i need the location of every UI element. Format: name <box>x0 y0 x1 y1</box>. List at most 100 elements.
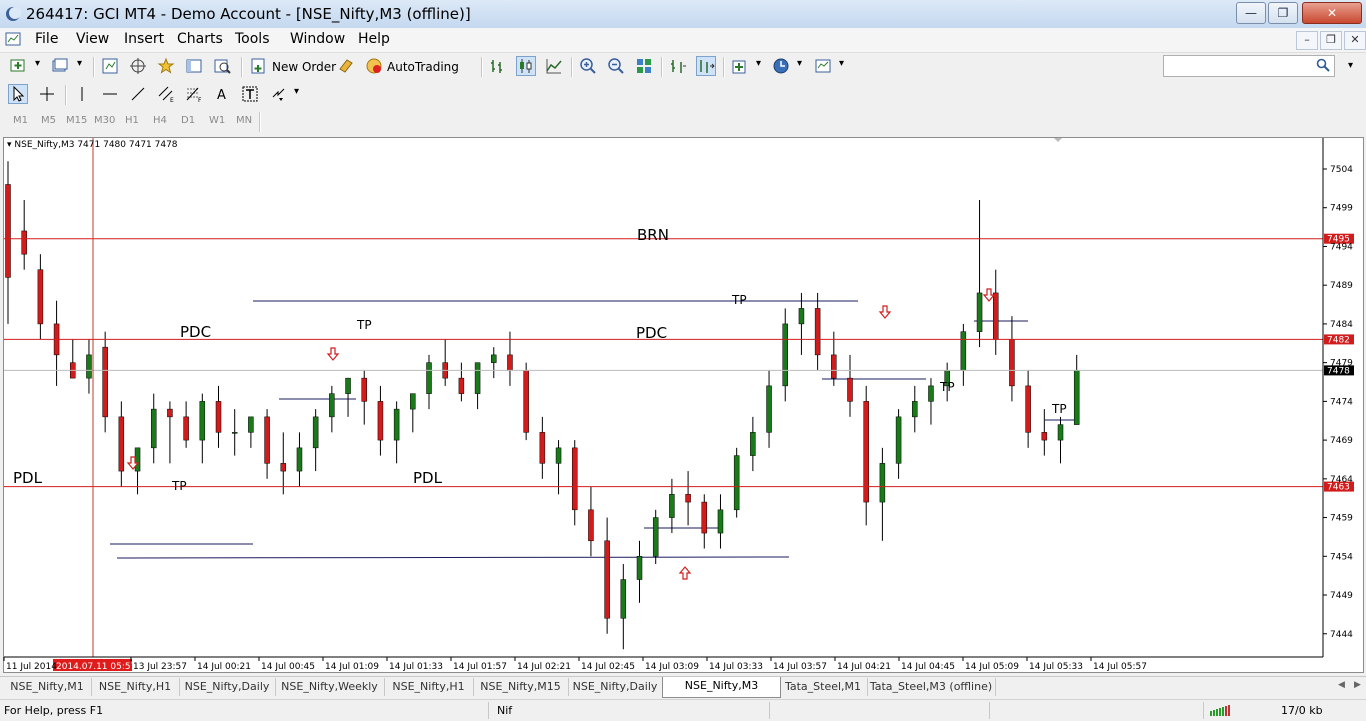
bar-chart-icon[interactable] <box>489 57 507 75</box>
search-field[interactable] <box>1163 55 1335 77</box>
tab-scroll-left-icon[interactable]: ◀ <box>1338 680 1345 690</box>
search-icon[interactable] <box>1316 58 1330 72</box>
indicators-icon[interactable] <box>731 57 749 75</box>
zoom-in-icon[interactable] <box>579 57 597 75</box>
menu-help[interactable]: Help <box>358 31 390 47</box>
tab-6[interactable]: NSE_Nifty,Daily <box>568 678 663 696</box>
standard-toolbar: ▾ ▾ New Order AutoTrading ▾ ▾ ▾ <box>0 53 1366 80</box>
vertical-line-icon[interactable] <box>73 85 91 103</box>
timeframe-m30[interactable]: M30 <box>94 115 115 126</box>
text-label-icon[interactable] <box>241 85 259 103</box>
tab-9[interactable]: Tata_Steel,M3 (offline) <box>867 678 996 696</box>
trendline-icon[interactable] <box>129 85 147 103</box>
market-watch-icon[interactable] <box>101 57 119 75</box>
arrows-icon[interactable] <box>270 85 288 103</box>
tab-1[interactable]: NSE_Nifty,H1 <box>91 678 180 696</box>
tab-5[interactable]: NSE_Nifty,M15 <box>473 678 569 696</box>
autotrading-icon[interactable] <box>365 57 383 75</box>
new-chart-icon[interactable] <box>9 57 27 75</box>
tab-4[interactable]: NSE_Nifty,H1 <box>384 678 474 696</box>
mdi-minimize-button[interactable]: – <box>1296 31 1318 50</box>
line-chart-icon[interactable] <box>545 57 563 75</box>
status-bar: For Help, press F1 Nif 17/0 kb <box>0 699 1366 721</box>
tab-2[interactable]: NSE_Nifty,Daily <box>179 678 276 696</box>
auto-scroll-icon[interactable] <box>696 56 716 76</box>
toolbar-separator <box>241 57 243 77</box>
timeframe-d1[interactable]: D1 <box>181 115 195 126</box>
dropdown-icon[interactable]: ▾ <box>797 58 802 69</box>
status-help: For Help, press F1 <box>4 704 104 717</box>
dropdown-icon[interactable]: ▾ <box>77 58 82 69</box>
text-icon[interactable]: A <box>213 85 231 103</box>
dropdown-icon[interactable]: ▾ <box>756 58 761 69</box>
chart-header-text: NSE_Nifty,M3 7471 7480 7471 7478 <box>14 140 178 150</box>
tab-7[interactable]: NSE_Nifty,M3 (offline) <box>662 677 781 710</box>
menu-charts[interactable]: Charts <box>177 31 223 47</box>
title-bar: 264417: GCI MT4 - Demo Account - [NSE_Ni… <box>0 0 1366 29</box>
chart-tabs: ◀ ▶ NSE_Nifty,M1 NSE_Nifty,H1 NSE_Nifty,Da… <box>0 676 1366 710</box>
data-window-icon[interactable] <box>129 57 147 75</box>
chart-header: ▾ NSE_Nifty,M3 7471 7480 7471 7478 <box>7 140 178 150</box>
status-profile: Nif <box>497 704 513 717</box>
menu-tools[interactable]: Tools <box>235 31 270 47</box>
timeframe-m15[interactable]: M15 <box>66 115 87 126</box>
menu-insert[interactable]: Insert <box>124 31 164 47</box>
timeframe-m5[interactable]: M5 <box>41 115 56 126</box>
toolbar-separator <box>481 57 483 77</box>
terminal-icon[interactable] <box>185 57 203 75</box>
toolbar-separator <box>93 57 95 77</box>
menu-window[interactable]: Window <box>290 31 345 47</box>
new-order-button[interactable]: New Order <box>272 60 336 74</box>
toolbar-separator <box>661 57 663 77</box>
tile-windows-icon[interactable] <box>635 57 653 75</box>
periods-icon[interactable] <box>772 57 790 75</box>
toolbar-separator <box>65 85 67 105</box>
mdi-restore-button[interactable]: ❐ <box>1320 31 1342 50</box>
new-order-icon[interactable] <box>250 57 268 75</box>
mdi-close-button[interactable]: ✕ <box>1344 31 1366 50</box>
timeframe-w1[interactable]: W1 <box>209 115 225 126</box>
horizontal-line-icon[interactable] <box>101 85 119 103</box>
connection-status-icon <box>1210 705 1230 716</box>
dropdown-icon[interactable]: ▾ <box>294 86 299 97</box>
toolbar-separator <box>259 112 261 132</box>
search-input[interactable] <box>1167 56 1311 76</box>
equidistant-channel-icon[interactable]: E <box>157 85 175 103</box>
restore-button[interactable]: ❐ <box>1268 2 1298 24</box>
timeframe-h4[interactable]: H4 <box>153 115 167 126</box>
timeframe-h1[interactable]: H1 <box>125 115 139 126</box>
menu-file[interactable]: File <box>35 31 58 47</box>
profiles-icon[interactable] <box>51 57 69 75</box>
dropdown-icon[interactable]: ▾ <box>839 58 844 69</box>
status-separator <box>488 702 489 719</box>
navigator-icon[interactable] <box>157 57 175 75</box>
timeframe-m1[interactable]: M1 <box>13 115 28 126</box>
metaeditor-icon[interactable] <box>337 57 355 75</box>
autotrading-button[interactable]: AutoTrading <box>387 60 459 74</box>
candlesticks-icon[interactable] <box>516 56 536 76</box>
dropdown-icon[interactable]: ▾ <box>35 58 40 69</box>
search-dropdown-icon[interactable]: ▾ <box>1342 55 1362 77</box>
crosshair-icon[interactable] <box>38 85 56 103</box>
tab-8[interactable]: Tata_Steel,M1 <box>779 678 868 696</box>
menu-view[interactable]: View <box>76 31 109 47</box>
chart-window[interactable] <box>3 137 1364 673</box>
status-separator <box>769 702 770 719</box>
zoom-out-icon[interactable] <box>607 57 625 75</box>
templates-icon[interactable] <box>814 57 832 75</box>
minimize-button[interactable]: — <box>1236 2 1266 24</box>
status-separator <box>989 702 990 719</box>
fibonacci-icon[interactable]: F <box>185 85 203 103</box>
app-icon <box>6 7 21 21</box>
timeframe-mn[interactable]: MN <box>236 115 252 126</box>
close-button[interactable]: ✕ <box>1302 2 1362 24</box>
tab-scroll-right-icon[interactable]: ▶ <box>1354 680 1361 690</box>
chart-shift-icon[interactable] <box>669 57 687 75</box>
tab-0[interactable]: NSE_Nifty,M1 <box>3 678 92 696</box>
strategy-tester-icon[interactable] <box>213 57 231 75</box>
status-traffic: 17/0 kb <box>1281 704 1323 717</box>
line-studies-toolbar: E F A ▾ <box>0 81 1366 108</box>
status-separator <box>1203 702 1204 719</box>
cursor-icon[interactable] <box>8 84 28 104</box>
tab-3[interactable]: NSE_Nifty,Weekly <box>275 678 385 696</box>
